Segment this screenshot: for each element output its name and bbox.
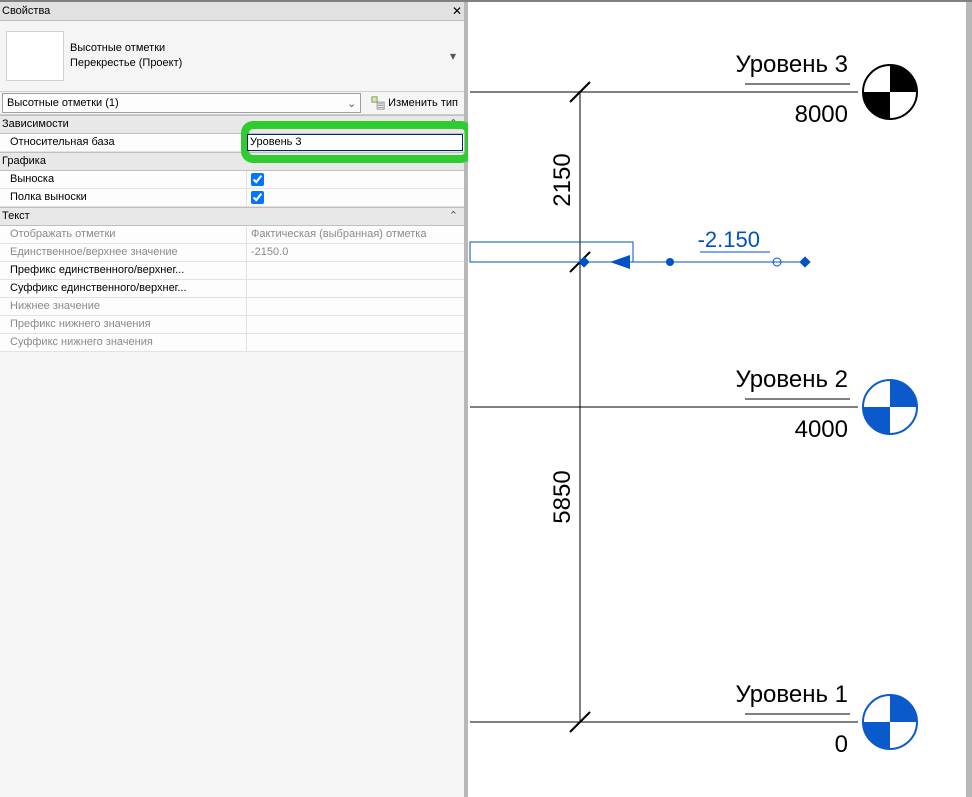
row-suffix-upper[interactable]: Суффикс единственного/верхнег... xyxy=(0,280,464,298)
leader-label: Выноска xyxy=(0,171,247,188)
dimension-2150: 2150 xyxy=(549,82,598,272)
type-name-line2: Перекрестье (Проект) xyxy=(70,56,182,71)
collapse-icon[interactable]: ⌃ xyxy=(449,208,458,225)
shoulder-checkbox[interactable] xyxy=(251,191,264,204)
level-2-value: 4000 xyxy=(795,416,848,443)
leader-checkbox[interactable] xyxy=(251,173,264,186)
row-leader-shoulder[interactable]: Полка выноски xyxy=(0,189,464,207)
collapse-icon[interactable]: ⌃ xyxy=(449,153,458,170)
dimension-5850: 5850 xyxy=(549,262,598,732)
display-elev-label: Отображать отметки xyxy=(0,226,247,243)
panel-titlebar[interactable]: Свойства ✕ xyxy=(0,2,464,21)
row-relative-base[interactable]: Относительная база Уровень 3 xyxy=(0,134,464,152)
level-3: Уровень 3 8000 xyxy=(470,51,917,128)
row-lower-value: Нижнее значение xyxy=(0,298,464,316)
relative-base-label: Относительная база xyxy=(0,134,247,151)
category-text[interactable]: Текст ⌃ xyxy=(0,207,464,226)
level-3-name: Уровень 3 xyxy=(736,51,848,78)
dim-2150-text: 2150 xyxy=(549,153,576,206)
spot-elevation[interactable]: -2.150 xyxy=(470,227,811,269)
row-suffix-lower: Суффикс нижнего значения xyxy=(0,334,464,352)
filter-row: Высотные отметки (1) ⌄ Изменить тип xyxy=(0,92,464,115)
chevron-down-icon: ⌄ xyxy=(347,97,356,110)
level-2-name: Уровень 2 xyxy=(736,366,848,393)
category-graphics[interactable]: Графика ⌃ xyxy=(0,152,464,171)
row-prefix-lower: Префикс нижнего значения xyxy=(0,316,464,334)
level-2-marker-icon xyxy=(863,380,917,434)
lower-value-label: Нижнее значение xyxy=(0,298,247,315)
close-icon[interactable]: ✕ xyxy=(452,2,462,20)
edit-type-label: Изменить тип xyxy=(388,97,458,109)
prefix-lower-label: Префикс нижнего значения xyxy=(0,316,247,333)
instance-filter-combo[interactable]: Высотные отметки (1) ⌄ xyxy=(2,93,361,113)
row-single-upper: Единственное/верхнее значение -2150.0 xyxy=(0,244,464,262)
row-prefix-upper[interactable]: Префикс единственного/верхнег... xyxy=(0,262,464,280)
type-text: Высотные отметки Перекрестье (Проект) xyxy=(70,41,182,71)
property-grid: Зависимости ⌃ Относительная база Уровень… xyxy=(0,115,464,352)
level-1-value: 0 xyxy=(835,731,848,758)
dim-5850-text: 5850 xyxy=(549,470,576,523)
level-1-name: Уровень 1 xyxy=(736,681,848,708)
instance-filter-label: Высотные отметки (1) xyxy=(7,97,119,109)
single-upper-value: -2150.0 xyxy=(247,244,464,261)
type-name-line1: Высотные отметки xyxy=(70,41,182,56)
chevron-down-icon[interactable]: ▾ xyxy=(450,49,456,63)
shoulder-label: Полка выноски xyxy=(0,189,247,206)
row-leader[interactable]: Выноска xyxy=(0,171,464,189)
row-display-elev: Отображать отметки Фактическая (выбранна… xyxy=(0,226,464,244)
level-3-value: 8000 xyxy=(795,101,848,128)
prefix-upper-value[interactable] xyxy=(247,262,464,279)
single-upper-label: Единственное/верхнее значение xyxy=(0,244,247,261)
relative-base-value[interactable]: Уровень 3 xyxy=(247,134,463,151)
edit-type-icon xyxy=(371,96,385,110)
properties-panel: Свойства ✕ Высотные отметки Перекрестье … xyxy=(0,2,468,797)
edit-type-button[interactable]: Изменить тип xyxy=(365,92,464,114)
level-2: Уровень 2 4000 xyxy=(470,366,917,443)
suffix-upper-label: Суффикс единственного/верхнег... xyxy=(0,280,247,297)
level-1: Уровень 1 0 xyxy=(470,681,917,758)
spot-elevation-value: -2.150 xyxy=(698,227,760,252)
panel-title: Свойства xyxy=(2,2,50,20)
collapse-icon[interactable]: ⌃ xyxy=(449,116,458,133)
level-3-marker-icon xyxy=(863,65,917,119)
category-constraints[interactable]: Зависимости ⌃ xyxy=(0,115,464,134)
suffix-lower-label: Суффикс нижнего значения xyxy=(0,334,247,351)
display-elev-value: Фактическая (выбранная) отметка xyxy=(247,226,464,243)
prefix-lower-value xyxy=(247,316,464,333)
suffix-lower-value xyxy=(247,334,464,351)
prefix-upper-label: Префикс единственного/верхнег... xyxy=(0,262,247,279)
type-thumbnail xyxy=(6,31,64,81)
suffix-upper-value[interactable] xyxy=(247,280,464,297)
level-1-marker-icon xyxy=(863,695,917,749)
drawing-svg: Уровень 3 8000 Уровень 2 4000 xyxy=(468,2,966,797)
type-selector[interactable]: Высотные отметки Перекрестье (Проект) ▾ xyxy=(0,21,464,92)
drawing-canvas[interactable]: Уровень 3 8000 Уровень 2 4000 xyxy=(468,2,972,797)
lower-value-value xyxy=(247,298,464,315)
